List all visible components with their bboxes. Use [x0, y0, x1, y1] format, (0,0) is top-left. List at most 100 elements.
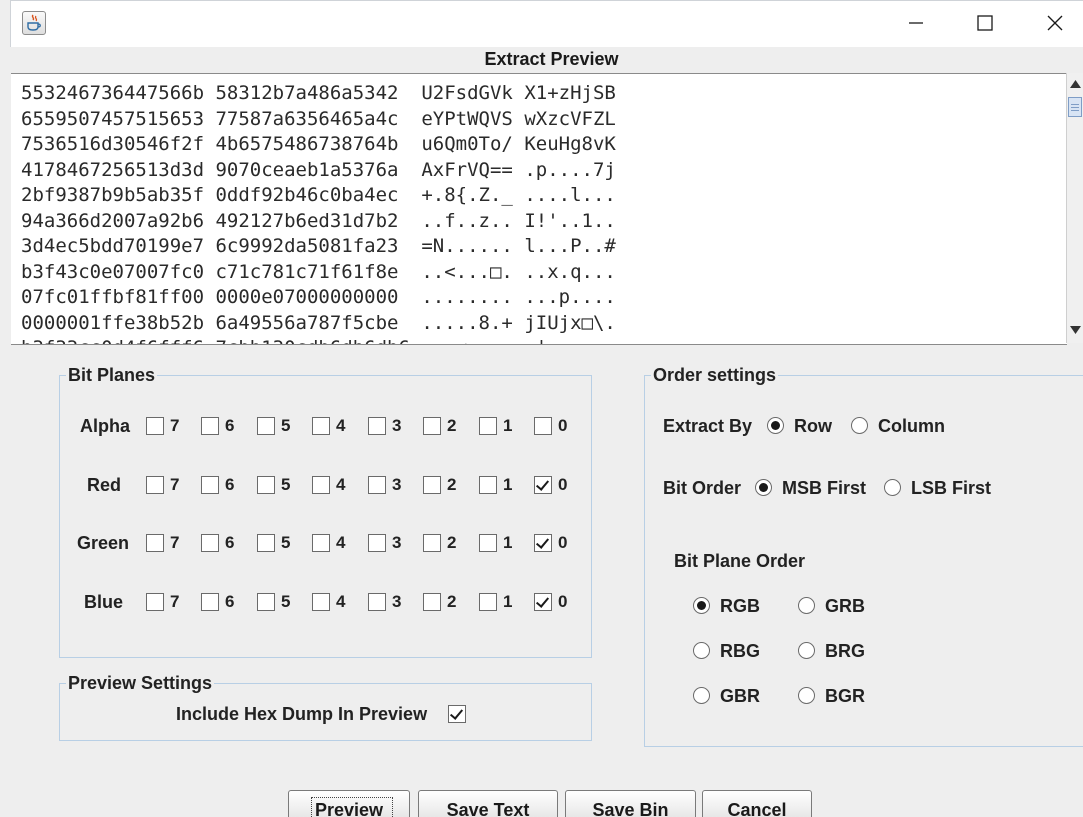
bit-label-red-3: 3 — [392, 475, 402, 494]
preview-line: 0000001ffe38b52b 6a49556a787f5cbe .....8… — [21, 312, 616, 334]
preview-line: b3f33cc0d4f6fff6 7cbb130cdb6db6db6 ..<..… — [21, 336, 627, 344]
preview-button[interactable]: Preview — [288, 790, 410, 817]
plane-order-grb-radio[interactable] — [798, 597, 815, 614]
bit-checkbox-green-5[interactable] — [257, 534, 275, 552]
extract-by-row-radio[interactable] — [767, 417, 784, 434]
maximize-button[interactable] — [950, 1, 1020, 45]
plane-order-rgb-radio[interactable] — [693, 597, 710, 614]
bit-label-alpha-1: 1 — [503, 416, 513, 435]
plane-order-bgr-label: BGR — [825, 686, 865, 706]
save-text-button-label: Save Text — [446, 800, 530, 817]
bit-label-blue-2: 2 — [447, 592, 457, 611]
bit-checkbox-green-1[interactable] — [479, 534, 497, 552]
maximize-icon — [977, 15, 993, 31]
bit-order-msb-label: MSB First — [782, 478, 867, 498]
bit-label-blue-1: 1 — [503, 592, 513, 611]
bit-checkbox-green-6[interactable] — [201, 534, 219, 552]
plane-order-grb-label: GRB — [825, 596, 865, 616]
bit-label-red-2: 2 — [447, 475, 457, 494]
bit-label-blue-4: 4 — [336, 592, 346, 611]
bit-label-red-1: 1 — [503, 475, 513, 494]
bit-label-blue-6: 6 — [225, 592, 235, 611]
preview-scrollbar[interactable] — [1066, 73, 1083, 343]
plane-order-rgb-label: RGB — [720, 596, 760, 616]
bit-checkbox-alpha-7[interactable] — [146, 417, 164, 435]
save-text-button[interactable]: Save Text — [418, 790, 558, 817]
scroll-down-icon[interactable] — [1069, 323, 1082, 337]
bit-checkbox-green-2[interactable] — [423, 534, 441, 552]
plane-order-brg-label: BRG — [825, 641, 865, 661]
bit-checkbox-green-3[interactable] — [368, 534, 386, 552]
bit-checkbox-red-4[interactable] — [312, 476, 330, 494]
bit-checkbox-red-6[interactable] — [201, 476, 219, 494]
bit-label-green-5: 5 — [281, 533, 291, 552]
close-button[interactable] — [1020, 1, 1083, 45]
bit-checkbox-red-2[interactable] — [423, 476, 441, 494]
save-bin-button[interactable]: Save Bin — [565, 790, 696, 817]
bit-label-red-6: 6 — [225, 475, 235, 494]
preview-line: 6559507457515653 77587a6356465a4c eYPtWQ… — [21, 108, 616, 130]
bit-checkbox-red-7[interactable] — [146, 476, 164, 494]
bit-checkbox-blue-1[interactable] — [479, 593, 497, 611]
bit-planes-title: Bit Planes — [66, 364, 158, 386]
bit-checkbox-blue-4[interactable] — [312, 593, 330, 611]
bit-checkbox-alpha-3[interactable] — [368, 417, 386, 435]
bit-checkbox-red-5[interactable] — [257, 476, 275, 494]
preview-line: b3f43c0e07007fc0 c71c781c71f61f8e ..<...… — [21, 261, 616, 283]
plane-order-bgr-radio[interactable] — [798, 687, 815, 704]
bit-checkbox-alpha-2[interactable] — [423, 417, 441, 435]
plane-order-brg-radio[interactable] — [798, 642, 815, 659]
bit-label-red-0: 0 — [558, 475, 568, 494]
scroll-up-icon[interactable] — [1069, 77, 1082, 91]
preview-line: 4178467256513d3d 9070ceaeb1a5376a AxFrVQ… — [21, 159, 616, 181]
bit-checkbox-alpha-0[interactable] — [534, 417, 552, 435]
bit-plane-order-label: Bit Plane Order — [674, 551, 806, 571]
bit-checkbox-alpha-5[interactable] — [257, 417, 275, 435]
bit-order-lsb-label: LSB First — [911, 478, 992, 498]
bit-label-green-4: 4 — [336, 533, 346, 552]
title-bar[interactable] — [10, 0, 1083, 47]
cancel-button-label: Cancel — [727, 800, 787, 817]
bit-checkbox-green-4[interactable] — [312, 534, 330, 552]
bit-order-msb-radio[interactable] — [755, 479, 772, 496]
bit-checkbox-alpha-4[interactable] — [312, 417, 330, 435]
bit-label-alpha-5: 5 — [281, 416, 291, 435]
cancel-button[interactable]: Cancel — [702, 790, 812, 817]
bit-checkbox-blue-2[interactable] — [423, 593, 441, 611]
bit-checkbox-alpha-6[interactable] — [201, 417, 219, 435]
bit-checkbox-blue-7[interactable] — [146, 593, 164, 611]
preview-settings-title: Preview Settings — [66, 672, 215, 694]
bit-checkbox-blue-5[interactable] — [257, 593, 275, 611]
bit-checkbox-green-7[interactable] — [146, 534, 164, 552]
bit-label-blue-5: 5 — [281, 592, 291, 611]
plane-order-gbr-radio[interactable] — [693, 687, 710, 704]
bit-checkbox-blue-0[interactable] — [534, 593, 552, 611]
bit-order-lsb-radio[interactable] — [884, 479, 901, 496]
preview-line: 07fc01ffbf81ff00 0000e07000000000 ......… — [21, 286, 616, 308]
bit-label-alpha-2: 2 — [447, 416, 457, 435]
minimize-button[interactable] — [881, 1, 951, 45]
bit-checkbox-green-0[interactable] — [534, 534, 552, 552]
hex-dump-checkbox[interactable] — [448, 705, 466, 723]
extract-by-column-radio[interactable] — [851, 417, 868, 434]
bit-label-red-4: 4 — [336, 475, 346, 494]
bit-checkbox-red-3[interactable] — [368, 476, 386, 494]
scroll-thumb[interactable] — [1068, 97, 1082, 117]
bit-checkbox-alpha-1[interactable] — [479, 417, 497, 435]
bit-label-alpha-3: 3 — [392, 416, 402, 435]
bit-label-blue-0: 0 — [558, 592, 568, 611]
bit-checkbox-blue-3[interactable] — [368, 593, 386, 611]
channel-label-red: Red — [87, 475, 122, 495]
focus-ring — [311, 797, 393, 817]
bit-checkbox-blue-6[interactable] — [201, 593, 219, 611]
bit-checkbox-red-1[interactable] — [479, 476, 497, 494]
preview-text-area[interactable]: 553246736447566b 58312b7a486a5342 U2FsdG… — [11, 73, 1067, 345]
java-cup-icon — [22, 11, 46, 35]
close-icon — [1047, 15, 1063, 31]
bit-checkbox-red-0[interactable] — [534, 476, 552, 494]
plane-order-rbg-radio[interactable] — [693, 642, 710, 659]
bit-label-green-0: 0 — [558, 533, 568, 552]
bit-label-alpha-7: 7 — [170, 416, 180, 435]
preview-line: 2bf9387b9b5ab35f 0ddf92b46c0ba4ec +.8{.Z… — [21, 184, 616, 206]
plane-order-rbg-label: RBG — [720, 641, 760, 661]
